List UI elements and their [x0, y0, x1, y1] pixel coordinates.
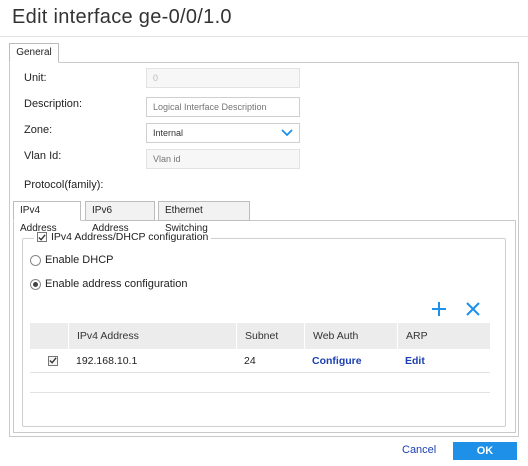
ipv4-address-table: IPv4 Address Subnet Web Auth ARP 192.168… [30, 323, 490, 393]
column-header-ipv4-address: IPv4 Address [68, 323, 236, 349]
tab-general[interactable]: General [9, 43, 59, 63]
edit-arp-link[interactable]: Edit [397, 349, 490, 372]
protocol-label: Protocol(family): [24, 179, 104, 191]
cell-subnet: 24 [244, 355, 256, 367]
column-header-arp: ARP [397, 323, 490, 349]
cancel-button[interactable]: Cancel [402, 444, 436, 456]
table-empty-row [30, 373, 490, 393]
column-header-web-auth: Web Auth [304, 323, 397, 349]
select-column-header [30, 323, 68, 349]
vlan-id-input [146, 149, 300, 169]
checkmark-icon [49, 357, 57, 364]
dialog-title: Edit interface ge-0/0/1.0 [12, 6, 232, 28]
enable-address-config-label[interactable]: Enable address configuration [45, 278, 187, 290]
chevron-down-icon [281, 129, 293, 137]
table-row[interactable]: 192.168.10.1 24 Configure Edit [30, 349, 490, 373]
zone-label: Zone: [24, 124, 53, 136]
configure-web-auth-link[interactable]: Configure [304, 349, 397, 372]
tab-ipv4-address[interactable]: IPv4 Address [13, 201, 81, 234]
zone-selected-value: Internal [153, 128, 184, 138]
description-label: Description: [24, 98, 83, 110]
table-header: IPv4 Address Subnet Web Auth ARP [30, 323, 490, 349]
row-checkbox[interactable] [48, 355, 58, 366]
row-select-cell [30, 349, 68, 372]
column-header-subnet: Subnet [236, 323, 304, 349]
cell-ipv4-address: 192.168.10.1 [76, 355, 138, 367]
enable-dhcp-label[interactable]: Enable DHCP [45, 254, 113, 266]
plus-icon[interactable] [430, 300, 448, 318]
ok-button[interactable]: OK [453, 442, 517, 460]
title-divider [0, 36, 528, 37]
vlan-label: Vlan Id: [24, 150, 62, 162]
tab-ipv6-address[interactable]: IPv6 Address [85, 201, 155, 234]
description-input[interactable] [146, 97, 300, 117]
close-icon[interactable] [464, 300, 482, 318]
enable-address-config-radio[interactable] [30, 279, 41, 290]
radio-selected-dot [33, 282, 38, 287]
unit-label: Unit: [24, 72, 47, 84]
enable-dhcp-radio[interactable] [30, 255, 41, 266]
unit-field: 0 [146, 68, 300, 88]
tab-ethernet-switching[interactable]: Ethernet Switching [158, 201, 250, 234]
zone-select[interactable]: Internal [146, 123, 300, 143]
